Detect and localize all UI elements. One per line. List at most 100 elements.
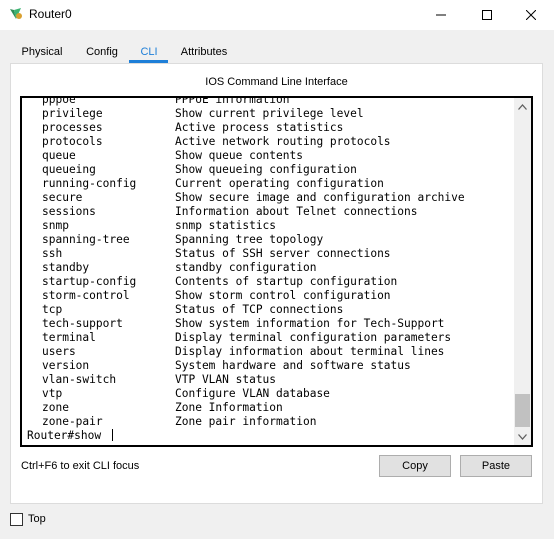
terminal-line: startup-config Contents of startup config… (27, 275, 517, 289)
chevron-down-icon (518, 433, 527, 440)
command-description: Contents of startup configuration (175, 275, 398, 288)
terminal-line: tech-support Show system information for … (27, 317, 517, 331)
command-description: Active process statistics (175, 121, 344, 134)
command-description: Show system information for Tech-Support (175, 317, 445, 330)
terminal-line: queue Show queue contents (27, 149, 517, 163)
command-name: startup-config (42, 275, 137, 288)
terminal-line: vlan-switch VTP VLAN status (27, 373, 517, 387)
terminal-line: processes Active process statistics (27, 121, 517, 135)
paste-button[interactable]: Paste (460, 455, 532, 477)
terminal-line: storm-control Show storm control configur… (27, 289, 517, 303)
command-description: VTP VLAN status (175, 373, 277, 386)
command-description: Show current privilege level (175, 107, 364, 120)
terminal-scrollbar[interactable] (514, 98, 531, 445)
close-icon (526, 10, 536, 20)
command-name: standby (42, 261, 90, 274)
command-name: privilege (42, 107, 103, 120)
scroll-down-button[interactable] (514, 428, 531, 445)
terminal-line: protocols Active network routing protocol… (27, 135, 517, 149)
command-prompt: Router#show (27, 429, 108, 442)
command-name: secure (42, 191, 83, 204)
scroll-thumb[interactable] (515, 394, 530, 427)
terminal-line: spanning-tree Spanning tree topology (27, 233, 517, 247)
terminal-line: snmp snmp statistics (27, 219, 517, 233)
terminal-line: standby standby configuration (27, 261, 517, 275)
terminal-line: version System hardware and software stat… (27, 359, 517, 373)
terminal-output[interactable]: pppoe PPPoE information privilege Show curr… (27, 96, 517, 443)
text-cursor (111, 429, 113, 441)
command-name: vtp (42, 387, 63, 400)
command-description: Show queueing configuration (175, 163, 357, 176)
command-prompt-line[interactable]: Router#show (27, 429, 517, 443)
minimize-icon (436, 14, 446, 16)
command-name: vlan-switch (42, 373, 117, 386)
command-name: spanning-tree (42, 233, 130, 246)
tab-physical[interactable]: Physical (16, 42, 68, 62)
terminal-line: zone Zone Information (27, 401, 517, 415)
chevron-up-icon (518, 103, 527, 110)
command-name: running-config (42, 177, 137, 190)
terminal-line: privilege Show current privilege level (27, 107, 517, 121)
copy-button[interactable]: Copy (379, 455, 451, 477)
command-description: Status of TCP connections (175, 303, 344, 316)
command-description: Information about Telnet connections (175, 205, 418, 218)
minimize-button[interactable] (418, 0, 464, 30)
command-name: sessions (42, 205, 96, 218)
maximize-icon (482, 10, 492, 20)
command-description: Spanning tree topology (175, 233, 324, 246)
command-description: Zone pair information (175, 415, 317, 428)
command-description: Active network routing protocols (175, 135, 391, 148)
terminal-line: sessions Information about Telnet connect… (27, 205, 517, 219)
terminal-line: zone-pair Zone pair information (27, 415, 517, 429)
terminal-line: tcp Status of TCP connections (27, 303, 517, 317)
title-bar[interactable]: Router0 (0, 0, 554, 30)
tab-config[interactable]: Config (80, 42, 124, 62)
command-name: ssh (42, 247, 63, 260)
cli-terminal[interactable]: pppoe PPPoE information privilege Show curr… (20, 96, 533, 447)
terminal-line: ssh Status of SSH server connections (27, 247, 517, 261)
command-name: processes (42, 121, 103, 134)
command-name: users (42, 345, 76, 358)
terminal-line: vtp Configure VLAN database (27, 387, 517, 401)
command-description: Current operating configuration (175, 177, 384, 190)
command-description: snmp statistics (175, 219, 277, 232)
terminal-line: pppoe PPPoE information (27, 96, 517, 107)
terminal-line: users Display information about terminal … (27, 345, 517, 359)
command-name: version (42, 359, 90, 372)
command-description: Show secure image and configuration arch… (175, 191, 465, 204)
command-name: queueing (42, 163, 96, 176)
terminal-line: queueing Show queueing configuration (27, 163, 517, 177)
command-name: snmp (42, 219, 69, 232)
tab-attributes[interactable]: Attributes (172, 42, 236, 62)
command-description: Display terminal configuration parameter… (175, 331, 452, 344)
command-description: PPPoE information (175, 96, 290, 106)
command-description: Status of SSH server connections (175, 247, 391, 260)
tab-cli[interactable]: CLI (129, 42, 169, 62)
command-name: zone (42, 401, 69, 414)
command-name: storm-control (42, 289, 130, 302)
command-name: queue (42, 149, 76, 162)
command-description: System hardware and software status (175, 359, 411, 372)
terminal-line: running-config Current operating configur… (27, 177, 517, 191)
command-description: Zone Information (175, 401, 283, 414)
terminal-line: terminal Display terminal configuration p… (27, 331, 517, 345)
command-description: Show queue contents (175, 149, 303, 162)
section-title: IOS Command Line Interface (205, 76, 348, 88)
command-name: terminal (42, 331, 96, 344)
command-name: protocols (42, 135, 103, 148)
window-title: Router0 (29, 7, 72, 21)
terminal-line: secure Show secure image and configuratio… (27, 191, 517, 205)
command-description: Display information about terminal lines (175, 345, 445, 358)
router-window: Router0 Physical Config CLI Attributes I… (0, 0, 554, 539)
maximize-button[interactable] (464, 0, 510, 30)
top-checkbox[interactable] (10, 513, 23, 526)
command-name: tech-support (42, 317, 123, 330)
command-name: pppoe (42, 96, 76, 106)
tab-divider (10, 63, 543, 64)
router-app-icon (8, 6, 24, 22)
close-button[interactable] (508, 0, 554, 30)
scroll-up-button[interactable] (514, 98, 531, 115)
cli-focus-hint: Ctrl+F6 to exit CLI focus (21, 460, 140, 472)
command-description: Show storm control configuration (175, 289, 391, 302)
command-name: zone-pair (42, 415, 103, 428)
